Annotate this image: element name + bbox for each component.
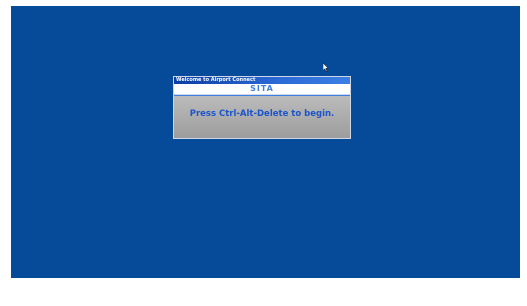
logon-dialog: Welcome to Airport Connect SITA Press Ct… (174, 77, 350, 138)
sita-logo: SITA (250, 84, 274, 93)
screenshot-frame: Welcome to Airport Connect SITA Press Ct… (0, 0, 527, 306)
mouse-pointer-icon (323, 63, 329, 72)
logo-banner: SITA (174, 84, 350, 95)
desktop (11, 6, 520, 278)
ctrl-alt-delete-prompt: Press Ctrl-Alt-Delete to begin. (189, 109, 335, 119)
dialog-titlebar: Welcome to Airport Connect (174, 77, 350, 84)
banner-divider (174, 95, 350, 96)
